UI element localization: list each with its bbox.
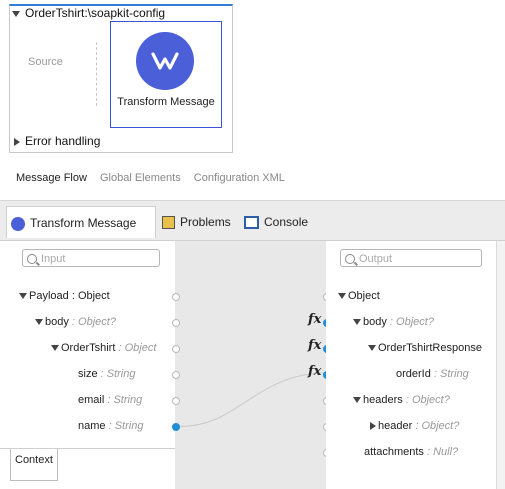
type-label: Object? xyxy=(421,420,460,432)
key-label: OrderTshirtResponse xyxy=(378,342,482,354)
type-label: String xyxy=(114,420,144,432)
tree-item-attachments[interactable]: attachments : Null? xyxy=(364,446,458,458)
key-label: body xyxy=(45,316,69,328)
type-label: String xyxy=(113,394,143,406)
search-icon xyxy=(345,254,355,264)
tree-item-name[interactable]: name : String xyxy=(78,420,143,432)
error-handling-section[interactable]: Error handling xyxy=(14,134,100,148)
connector-dot[interactable] xyxy=(172,397,180,405)
tree-item-email[interactable]: email : String xyxy=(78,394,142,406)
connector-dot-active[interactable] xyxy=(172,423,180,431)
type-label: Object? xyxy=(411,394,450,406)
key-label: Object xyxy=(348,290,380,302)
input-pane: Input Payload : Object body : Object? Or… xyxy=(0,241,175,489)
source-label: Source xyxy=(28,56,63,68)
scrollbar[interactable] xyxy=(496,241,505,489)
type-label: Object xyxy=(124,342,157,354)
editor-tabs: Message Flow Global Elements Configurati… xyxy=(16,172,295,184)
connector-dot[interactable] xyxy=(172,293,180,301)
input-search-field[interactable]: Input xyxy=(22,249,160,267)
tab-console-label: Console xyxy=(264,215,309,229)
fx-icon[interactable]: fx xyxy=(308,338,321,353)
tree-item-body[interactable]: body : Object? xyxy=(353,316,434,328)
collapse-icon[interactable] xyxy=(35,319,43,326)
source-divider xyxy=(96,42,97,106)
console-icon xyxy=(244,216,259,230)
connector-dot[interactable] xyxy=(172,345,180,353)
mapping-lines xyxy=(175,372,326,427)
tree-item-headers[interactable]: headers : Object? xyxy=(353,394,450,406)
tree-item-orderid[interactable]: orderId : String xyxy=(396,368,469,380)
collapse-icon[interactable] xyxy=(338,293,346,300)
output-search-field[interactable]: Output xyxy=(340,249,482,267)
transform-message-icon xyxy=(136,32,194,90)
type-label: String xyxy=(106,368,136,380)
input-search-placeholder: Input xyxy=(41,253,66,265)
expand-icon[interactable] xyxy=(14,137,20,146)
collapse-icon[interactable] xyxy=(353,319,361,326)
tab-message-flow[interactable]: Message Flow xyxy=(16,172,87,184)
connector-dot[interactable] xyxy=(172,319,180,327)
key-label: Payload xyxy=(29,290,69,302)
key-label: OrderTshirt xyxy=(61,342,116,354)
tree-item-ordertshirtresponse[interactable]: OrderTshirtResponse xyxy=(368,342,482,354)
tab-transform-message[interactable]: Transform Message ✕ xyxy=(6,206,156,262)
tab-configuration-xml[interactable]: Configuration XML xyxy=(194,172,285,184)
data-mapper: Input Payload : Object body : Object? Or… xyxy=(0,240,505,489)
output-pane: Output Object body : Object? OrderTshirt… xyxy=(326,241,496,489)
fx-icon[interactable]: fx xyxy=(308,364,321,379)
key-label: size xyxy=(78,368,98,380)
key-label: name xyxy=(78,420,106,432)
tree-item-ordertshirt[interactable]: OrderTshirt : Object xyxy=(51,342,156,354)
search-icon xyxy=(27,254,37,264)
tab-global-elements[interactable]: Global Elements xyxy=(100,172,181,184)
type-label: Object xyxy=(77,290,110,302)
flow-title-label: OrderTshirt:\soapkit-config xyxy=(25,6,166,20)
expand-icon[interactable] xyxy=(370,422,376,431)
tab-console[interactable]: Console xyxy=(244,206,308,238)
tab-problems-label: Problems xyxy=(180,215,231,229)
collapse-icon[interactable] xyxy=(353,397,361,404)
tab-transform-message-label: Transform Message xyxy=(30,216,137,230)
tree-item-object[interactable]: Object xyxy=(338,290,380,302)
key-label: headers xyxy=(363,394,403,406)
mapping-canvas[interactable] xyxy=(175,241,326,489)
type-label: Object? xyxy=(78,316,116,328)
key-label: email xyxy=(78,394,105,406)
tree-item-body[interactable]: body : Object? xyxy=(35,316,116,328)
problems-icon xyxy=(162,216,175,230)
transform-message-label: Transform Message xyxy=(117,96,215,108)
output-search-placeholder: Output xyxy=(359,253,393,265)
type-label: Null? xyxy=(433,446,459,458)
collapse-icon[interactable] xyxy=(19,293,27,300)
transform-message-component[interactable]: Transform Message xyxy=(110,21,222,128)
type-label: String xyxy=(440,368,469,380)
mapping-connection-line xyxy=(175,372,326,427)
error-handling-label: Error handling xyxy=(25,134,101,148)
key-label: header xyxy=(378,420,413,432)
transform-message-tab-icon xyxy=(11,216,25,231)
type-label: Object? xyxy=(396,316,434,328)
key-label: body xyxy=(363,316,387,328)
collapse-icon[interactable] xyxy=(12,10,20,17)
tree-item-header[interactable]: header : Object? xyxy=(370,420,459,432)
tree-item-payload[interactable]: Payload : Object xyxy=(19,290,110,302)
collapse-icon[interactable] xyxy=(368,345,376,352)
tab-problems[interactable]: Problems xyxy=(162,206,231,238)
fx-icon[interactable]: fx xyxy=(308,312,321,327)
tree-item-size[interactable]: size : String xyxy=(78,368,135,380)
collapse-icon[interactable] xyxy=(51,345,59,352)
flow-title[interactable]: OrderTshirt:\soapkit-config xyxy=(12,6,165,20)
context-tab[interactable]: Context xyxy=(10,449,58,481)
key-label: orderId xyxy=(396,368,431,380)
key-label: attachments xyxy=(364,446,424,458)
connector-dot[interactable] xyxy=(172,371,180,379)
